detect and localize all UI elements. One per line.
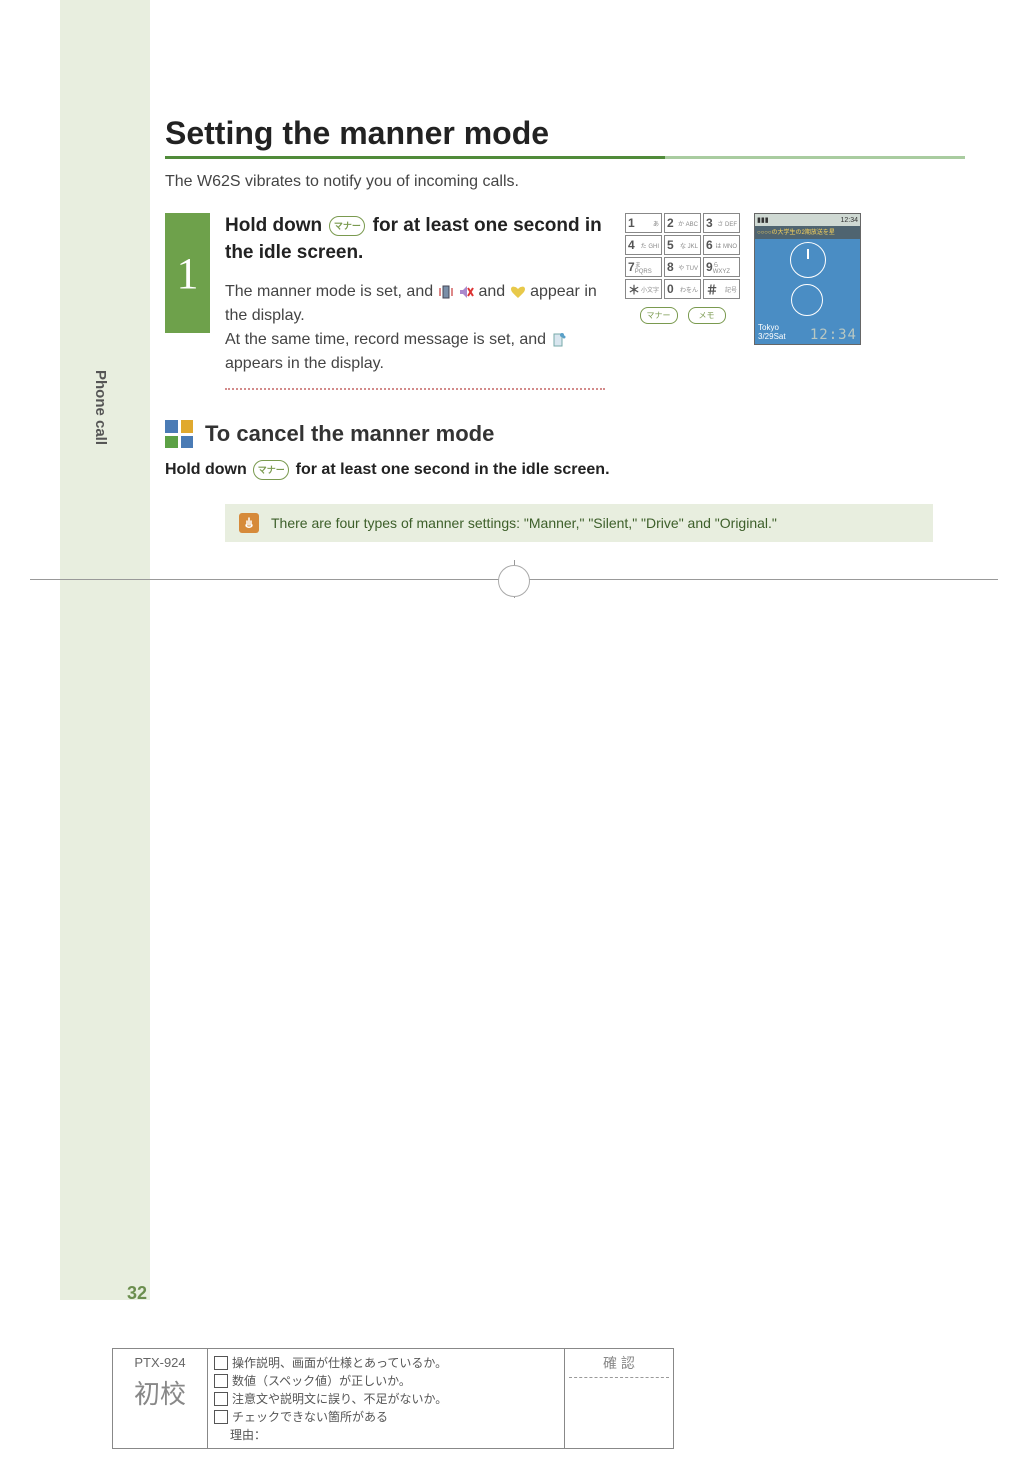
proof-stage: 初校	[115, 1374, 205, 1411]
proof-item: 数値（スペック値）が正しいか。	[232, 1372, 411, 1389]
checkbox[interactable]	[214, 1374, 228, 1388]
section-marker-icon	[165, 420, 193, 448]
manner-fn-key: マナー	[640, 307, 678, 324]
crop-mark-circle	[498, 565, 530, 597]
tip-text: There are four types of manner settings:…	[271, 515, 777, 531]
checkbox[interactable]	[214, 1392, 228, 1406]
proof-item: チェックできない箇所がある	[232, 1408, 388, 1425]
key-7: 7ま PQRS	[625, 257, 662, 277]
step-head-a: Hold down	[225, 215, 327, 236]
manner-key-icon: マナー	[329, 216, 365, 236]
location-label: Tokyo	[758, 323, 786, 332]
step-body: The manner mode is set, and and appear i…	[225, 280, 605, 390]
key-2: 2か ABC	[664, 213, 701, 233]
tip-box: There are four types of manner settings:…	[225, 504, 933, 542]
clock-icon-2	[791, 284, 823, 316]
key-1: 1あ	[625, 213, 662, 233]
key-5: 5な JKL	[664, 235, 701, 255]
checkbox[interactable]	[214, 1410, 228, 1424]
step-body-3: appears in the display.	[225, 355, 384, 372]
step-number: 1	[165, 213, 210, 333]
tip-hand-icon	[239, 513, 259, 533]
side-band	[60, 0, 150, 1300]
date-label: 3/29Sat	[758, 332, 786, 341]
key-0: 0わをん	[664, 279, 701, 299]
step-heading: Hold down マナー for at least one second in…	[225, 213, 605, 266]
side-label: Phone call	[92, 370, 109, 445]
key-star: ＊小文字	[625, 279, 662, 299]
status-left: ▮▮▮	[757, 216, 769, 224]
step-body-b: and	[478, 283, 509, 300]
status-right: 12:34	[840, 217, 858, 224]
key-9: 9ら WXYZ	[703, 257, 740, 277]
intro-text: The W62S vibrates to notify you of incom…	[165, 173, 965, 191]
proof-item: 操作説明、画面が仕様とあっているか。	[232, 1354, 447, 1371]
page-number: 32	[127, 1283, 147, 1304]
subtext-b: for at least one second in the idle scre…	[296, 461, 610, 478]
keypad-illustration: 1あ 2か ABC 3さ DEF 4た GHI 5な JKL 6は MNO 7ま…	[625, 213, 740, 321]
clock-icon	[790, 242, 826, 278]
proof-confirm-label: 確 認	[569, 1353, 669, 1378]
subsection-heading: To cancel the manner mode	[205, 421, 494, 447]
subtext-a: Hold down	[165, 461, 251, 478]
mute-icon	[458, 284, 474, 300]
key-hash: ＃記号	[703, 279, 740, 299]
checkbox[interactable]	[214, 1356, 228, 1370]
key-8: 8や TUV	[664, 257, 701, 277]
record-msg-icon	[550, 332, 566, 348]
key-4: 4た GHI	[625, 235, 662, 255]
vibrate-icon	[438, 284, 454, 300]
proof-item: 理由：	[230, 1426, 266, 1443]
memo-fn-key: メモ	[688, 307, 726, 324]
page-title: Setting the manner mode	[165, 115, 965, 159]
heart-vibrate-icon	[510, 284, 526, 300]
manner-key-icon-2: マナー	[253, 460, 289, 480]
time-label: 12:34	[810, 327, 857, 343]
banner-text: ○○○○の大学生の2期放送を星	[755, 226, 860, 239]
key-6: 6は MNO	[703, 235, 740, 255]
subsection-text: Hold down マナー for at least one second in…	[165, 460, 965, 480]
step-body-a: The manner mode is set, and	[225, 283, 438, 300]
key-3: 3さ DEF	[703, 213, 740, 233]
step-body-2: At the same time, record message is set,…	[225, 331, 550, 348]
proof-box: PTX-924 初校 操作説明、画面が仕様とあっているか。 数値（スペック値）が…	[112, 1348, 674, 1449]
phone-screen-illustration: ▮▮▮ 12:34 ○○○○の大学生の2期放送を星 Tokyo 3/29Sat …	[754, 213, 861, 345]
proof-item: 注意文や説明文に誤り、不足がないか。	[232, 1390, 447, 1407]
proof-code: PTX-924	[115, 1355, 205, 1370]
